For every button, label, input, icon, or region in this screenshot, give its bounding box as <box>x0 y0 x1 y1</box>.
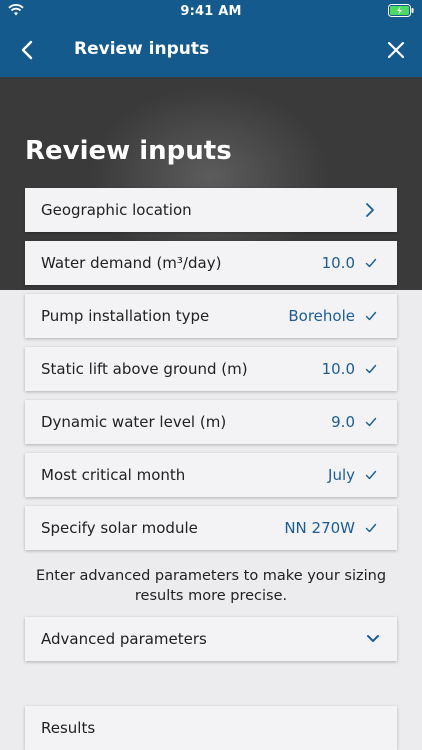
status-time: 9:41 AM <box>180 4 242 19</box>
row-value: 10.0 <box>321 360 355 378</box>
geographic-location-row[interactable]: Geographic location <box>25 188 397 232</box>
row-label: Specify solar module <box>41 519 198 537</box>
row-value: July <box>328 466 355 484</box>
chevron-down-icon <box>367 635 379 642</box>
nav-bar: Review inputs <box>0 24 422 77</box>
close-icon[interactable] <box>384 38 408 62</box>
row-label: Results <box>41 719 96 737</box>
row-label: Dynamic water level (m) <box>41 413 227 431</box>
check-icon <box>365 364 377 374</box>
page-title: Review inputs <box>25 136 232 166</box>
row-label: Most critical month <box>41 466 186 484</box>
nav-title: Review inputs <box>74 39 210 59</box>
results-row[interactable]: Results <box>25 706 397 750</box>
dynamic-water-level-row[interactable]: Dynamic water level (m) 9.0 <box>25 400 397 444</box>
row-label: Advanced parameters <box>41 630 207 648</box>
static-lift-row[interactable]: Static lift above ground (m) 10.0 <box>25 347 397 391</box>
row-label: Pump installation type <box>41 307 210 325</box>
water-demand-row[interactable]: Water demand (m³/day) 10.0 <box>25 241 397 285</box>
row-value: 9.0 <box>331 413 355 431</box>
row-value: 10.0 <box>321 254 355 272</box>
status-bar: 9:41 AM <box>0 0 422 24</box>
most-critical-month-row[interactable]: Most critical month July <box>25 453 397 497</box>
check-icon <box>365 523 377 533</box>
check-icon <box>365 311 377 321</box>
check-icon <box>365 417 377 427</box>
check-icon <box>365 470 377 480</box>
advanced-parameters-row[interactable]: Advanced parameters <box>25 617 397 661</box>
row-value: Borehole <box>288 307 355 325</box>
battery-charging-icon <box>388 4 414 17</box>
row-label: Geographic location <box>41 201 192 219</box>
row-value: NN 270W <box>284 519 355 537</box>
chevron-right-icon <box>366 203 374 217</box>
solar-module-row[interactable]: Specify solar module NN 270W <box>25 506 397 550</box>
pump-installation-type-row[interactable]: Pump installation type Borehole <box>25 294 397 338</box>
back-chevron-icon[interactable] <box>16 38 40 62</box>
row-label: Water demand (m³/day) <box>41 254 222 272</box>
advanced-info-text: Enter advanced parameters to make your s… <box>35 568 387 604</box>
row-label: Static lift above ground (m) <box>41 360 248 378</box>
check-icon <box>365 258 377 268</box>
